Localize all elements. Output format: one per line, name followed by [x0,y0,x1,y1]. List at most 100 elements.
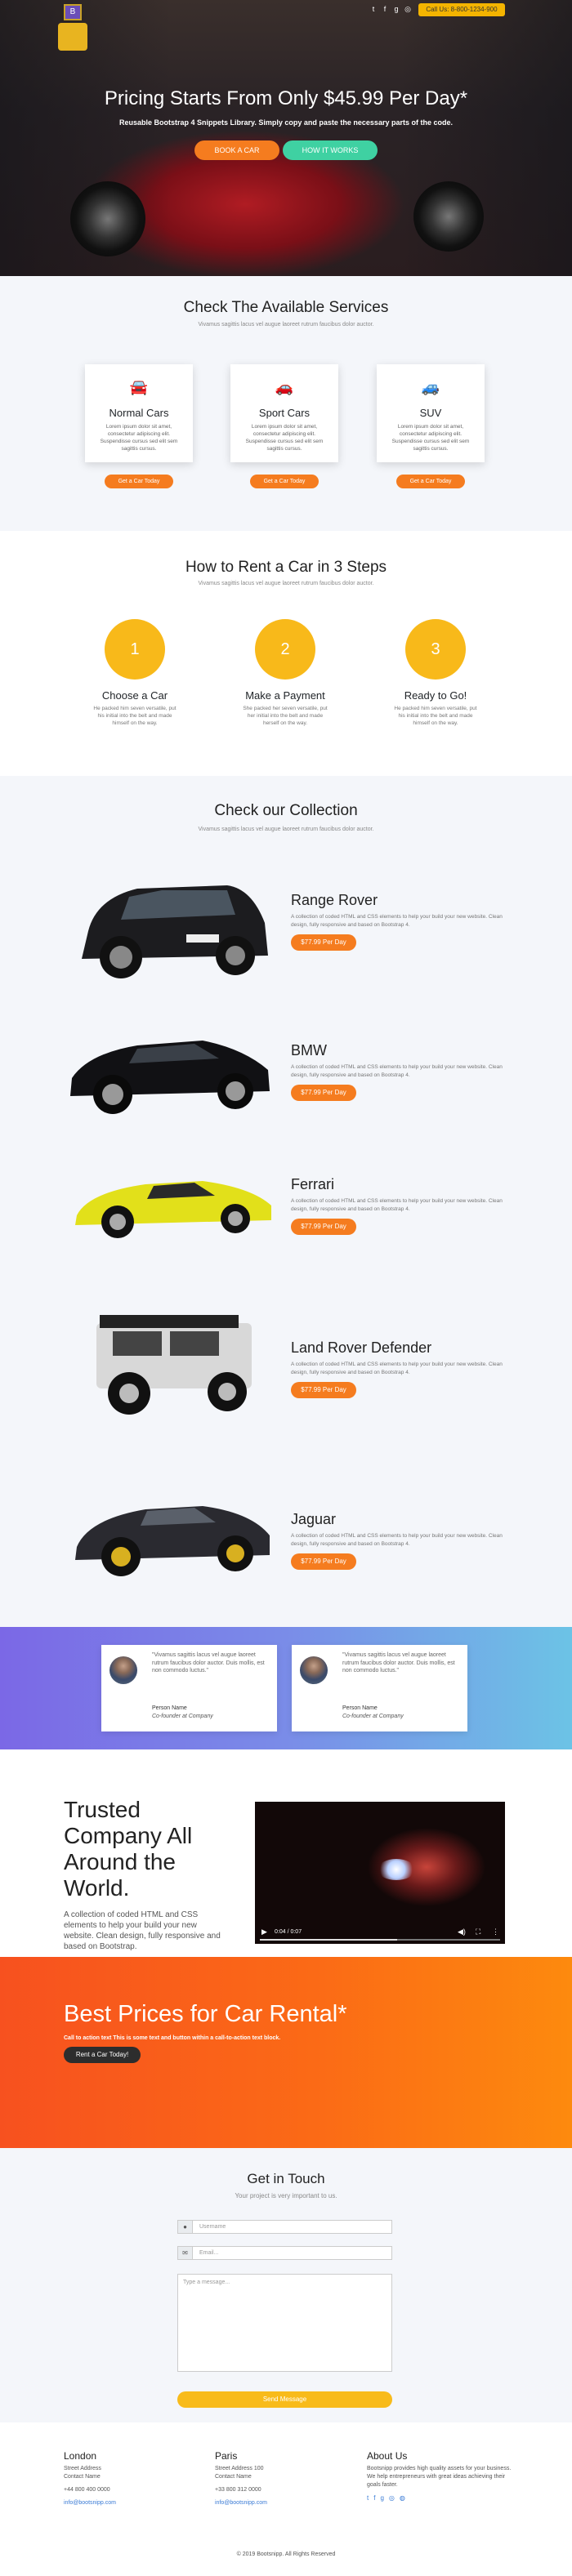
twitter-icon[interactable]: t [369,5,378,13]
car-image-ferrari [75,1181,271,1238]
step-title: Make a Payment [245,689,325,702]
footer-london-line: Contact Name [64,2474,101,2480]
copyright: © 2019 Bootsnipp. All Rights Reserved [236,2551,336,2557]
avatar [300,1656,328,1684]
twitter-icon[interactable]: t [367,2494,373,2502]
car-description: A collection of coded HTML and CSS eleme… [291,1533,503,1547]
footer-paris-line: Street Address 100 [215,2466,264,2471]
price-button[interactable]: $77.99 Per Day [291,1553,356,1570]
suv-icon: 🚙 [421,379,440,395]
instagram-icon[interactable]: ◎ [404,5,412,13]
avatar [109,1656,137,1684]
step-text: He packed him seven versatile, put his i… [93,706,177,726]
footer-paris-line: +33 800 312 0000 [215,2487,261,2493]
car-name: BMW [291,1042,327,1058]
trusted-text: A collection of coded HTML and CSS eleme… [64,1910,221,1951]
video-time: 0:04 / 0:07 [275,1929,302,1935]
facebook-icon[interactable]: f [381,5,389,13]
testimonial-name: Person Name [152,1705,187,1711]
get-car-button-normal[interactable]: Get a Car Today [105,475,173,488]
collection-title: Check our Collection [214,802,358,819]
step-text: She packed her seven versatile, put her … [243,706,328,726]
volume-icon[interactable]: ◀) [458,1928,466,1936]
hero-title: Pricing Starts From Only $45.99 Per Day* [104,87,468,109]
call-us-button[interactable]: Call Us: 8-800-1234-900 [418,3,505,16]
testimonial-role: Co-founder at Company [342,1714,404,1719]
contact-subtitle: Your project is very important to us. [235,2192,337,2199]
google-plus-icon[interactable]: g [380,2494,388,2502]
how-it-works-button[interactable]: HOW IT WORKS [283,140,378,160]
car-wheel-right [413,181,484,252]
service-card-normal: 🚘 Normal Cars Lorem ipsum dolor sit amet… [85,364,193,462]
testimonial-quote: "Vivamus sagittis lacus vel augue laoree… [342,1652,455,1674]
car-wheel-left [70,181,145,256]
more-options-icon[interactable]: ⋮ [492,1928,499,1936]
car-image-range-rover [82,885,268,978]
headlight [378,1859,415,1880]
step-number-3: 3 [405,619,466,680]
service-card-text: Lorem ipsum dolor sit amet, consectetur … [100,424,178,452]
message-placeholder: Type a message... [183,2280,230,2285]
footer-london-title: London [64,2450,97,2462]
footer: London Street Address Contact Name +44 8… [0,2422,572,2576]
collection-section: Check our Collection Vivamus sagittis la… [0,776,572,1627]
footer-london-email[interactable]: info@bootsnipp.com [64,2499,116,2507]
service-card-text: Lorem ipsum dolor sit amet, consectetur … [391,424,470,452]
get-car-button-sport[interactable]: Get a Car Today [250,475,319,488]
cta-section: Best Prices for Car Rental* Call to acti… [0,1957,572,2148]
footer-about-text: Bootsnipp provides high quality assets f… [367,2466,512,2488]
hero-subtitle: Reusable Bootstrap 4 Snippets Library. S… [119,118,453,127]
video-progress-fill [260,1939,397,1941]
collection-subtitle: Vivamus sagittis lacus vel augue laoreet… [198,827,374,832]
testimonial-quote: "Vivamus sagittis lacus vel augue laoree… [152,1652,265,1674]
username-field[interactable]: ● Username [177,2220,392,2234]
services-title: Check The Available Services [183,299,389,316]
car-description: A collection of coded HTML and CSS eleme… [291,1362,503,1375]
rent-car-button[interactable]: Rent a Car Today! [64,2047,141,2063]
price-button[interactable]: $77.99 Per Day [291,1382,356,1398]
service-card-text: Lorem ipsum dolor sit amet, consectetur … [245,424,324,452]
price-button[interactable]: $77.99 Per Day [291,934,356,951]
contact-section: Get in Touch Your project is very import… [0,2148,572,2422]
user-icon: ● [178,2221,193,2233]
car-name: Ferrari [291,1176,334,1192]
message-field[interactable]: Type a message... [177,2274,392,2372]
car-description: A collection of coded HTML and CSS eleme… [291,914,503,928]
service-card-title: SUV [419,407,442,419]
footer-london-line: +44 800 400 0000 [64,2487,110,2493]
price-button[interactable]: $77.99 Per Day [291,1219,356,1235]
step-title: Ready to Go! [404,689,467,702]
step-number-2: 2 [255,619,315,680]
car-icon: 🚘 [129,379,149,395]
testimonial-card: "Vivamus sagittis lacus vel augue laoree… [101,1645,277,1731]
footer-london-line: Street Address [64,2466,101,2471]
services-section: Check The Available Services Vivamus sag… [0,276,572,531]
car-image-land-rover-defender [96,1315,252,1415]
footer-paris-email[interactable]: info@bootsnipp.com [215,2499,267,2507]
service-card-suv: 🚙 SUV Lorem ipsum dolor sit amet, consec… [377,364,485,462]
github-icon[interactable]: ◍ [400,2494,410,2502]
car-image-bmw [70,1041,270,1114]
brand-logo[interactable]: B [64,4,82,20]
testimonial-name: Person Name [342,1705,378,1711]
price-button[interactable]: $77.99 Per Day [291,1085,356,1101]
video-progress-bar[interactable] [260,1939,500,1941]
video-player[interactable]: ▶ 0:04 / 0:07 ◀) ⛶ ⋮ [255,1802,505,1944]
play-icon[interactable]: ▶ [261,1928,267,1936]
car-name: Range Rover [291,892,378,908]
send-message-button[interactable]: Send Message [177,2391,392,2408]
email-field[interactable]: ✉ Email... [177,2246,392,2260]
car-name: Jaguar [291,1511,337,1527]
cta-title: Best Prices for Car Rental* [64,2001,347,2027]
contact-title: Get in Touch [247,2171,325,2186]
service-card-sport: 🚗 Sport Cars Lorem ipsum dolor sit amet,… [230,364,338,462]
steps-subtitle: Vivamus sagittis lacus vel augue laoreet… [198,581,374,586]
fullscreen-icon[interactable]: ⛶ [476,1928,480,1936]
email-placeholder: Email... [199,2250,219,2256]
get-car-button-suv[interactable]: Get a Car Today [396,475,465,488]
book-car-button[interactable]: BOOK A CAR [194,140,279,160]
google-plus-icon[interactable]: g [392,5,400,13]
username-placeholder: Username [199,2224,226,2230]
instagram-icon[interactable]: ◎ [389,2494,400,2502]
footer-about-title: About Us [367,2450,408,2462]
